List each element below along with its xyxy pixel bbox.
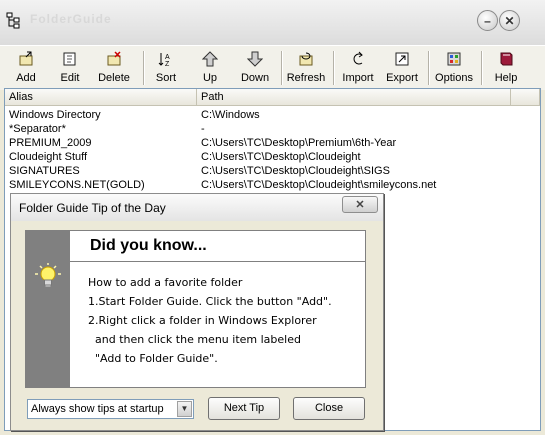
help-button[interactable]: Help — [490, 48, 522, 88]
add-label: Add — [16, 72, 36, 84]
next-tip-label: Next Tip — [223, 402, 265, 414]
tip-line: and then click the menu item labeled — [95, 333, 301, 346]
alias-cell: Windows Directory — [9, 109, 101, 121]
alias-cell: *Separator* — [9, 123, 66, 135]
minimize-button[interactable]: – — [477, 10, 498, 31]
import-icon — [353, 51, 363, 65]
toolbar-separator — [428, 51, 430, 85]
sort-button[interactable]: AZ Sort — [150, 48, 182, 88]
dialog-close-button[interactable]: ✕ — [342, 196, 378, 213]
folder-guide-window: FolderGuide – ✕ Add Edit Delete AZ Sort … — [0, 0, 545, 435]
list-item[interactable]: PREMIUM_2009 C:\Users\TC\Desktop\Premium\… — [5, 136, 540, 150]
tip-line: "Add to Folder Guide". — [95, 352, 218, 365]
refresh-button[interactable]: Refresh — [285, 48, 327, 88]
list-item[interactable]: Cloudeight Stuff C:\Users\TC\Desktop\Clou… — [5, 150, 540, 164]
sort-label: Sort — [155, 72, 177, 84]
column-header-filler — [511, 89, 540, 106]
next-tip-button[interactable]: Next Tip — [208, 397, 280, 420]
toolbar-separator — [333, 51, 335, 85]
export-label: Export — [386, 72, 418, 84]
import-button[interactable]: Import — [340, 48, 376, 88]
add-button[interactable]: Add — [9, 48, 43, 88]
alias-cell: Cloudeight Stuff — [9, 151, 88, 163]
tip-divider — [70, 261, 365, 262]
list-item[interactable]: SIGNATURES C:\Users\TC\Desktop\Cloudeight… — [5, 164, 540, 178]
alias-cell: SMILEYCONS.NET(GOLD) — [9, 179, 145, 191]
tip-heading: Did you know... — [90, 237, 207, 254]
svg-text:Z: Z — [165, 61, 170, 67]
list-item[interactable]: *Separator* - — [5, 122, 540, 136]
startup-option-value: Always show tips at startup — [31, 403, 164, 415]
close-icon: ✕ — [504, 14, 515, 28]
up-arrow-icon — [201, 51, 219, 67]
delete-icon — [107, 51, 121, 66]
add-icon — [19, 51, 33, 66]
help-label: Help — [494, 72, 518, 84]
toolbar-separator — [281, 51, 283, 85]
sort-icon: AZ — [158, 53, 170, 68]
close-label: Close — [314, 402, 344, 414]
up-button[interactable]: Up — [194, 48, 226, 88]
options-icon — [447, 52, 461, 66]
delete-button[interactable]: Delete — [95, 48, 133, 88]
edit-icon — [63, 52, 76, 66]
down-arrow-icon — [246, 51, 264, 67]
path-cell: C:\Users\TC\Desktop\Cloudeight — [201, 151, 361, 163]
alias-cell: PREMIUM_2009 — [9, 137, 92, 149]
list-item[interactable]: SMILEYCONS.NET(GOLD) C:\Users\TC\Desktop\… — [5, 178, 540, 192]
toolbar-separator — [481, 51, 483, 85]
toolbar: Add Edit Delete AZ Sort Up Down Refresh — [0, 45, 545, 90]
delete-label: Delete — [98, 72, 130, 84]
tip-panel: Did you know... How to add a favorite fo… — [25, 230, 366, 388]
title-bar[interactable]: FolderGuide – ✕ — [0, 0, 545, 45]
tip-line: 2.Right click a folder in Windows Explor… — [88, 314, 317, 327]
down-button[interactable]: Down — [236, 48, 274, 88]
startup-option-select[interactable]: Always show tips at startup ▼ — [27, 399, 194, 419]
options-label: Options — [435, 72, 473, 84]
tip-of-the-day-dialog: Folder Guide Tip of the Day ✕ Did you kn… — [10, 193, 384, 431]
path-cell: - — [201, 123, 205, 135]
import-label: Import — [342, 72, 374, 84]
lightbulb-icon — [35, 263, 61, 287]
list-item[interactable]: Windows Directory C:\Windows — [5, 108, 540, 122]
tip-text: How to add a favorite folder 1.Start Fol… — [88, 273, 332, 368]
refresh-icon — [299, 52, 313, 66]
tip-sidebar — [26, 231, 70, 387]
app-tree-icon — [6, 12, 20, 29]
refresh-label: Refresh — [286, 72, 326, 84]
options-button[interactable]: Options — [434, 48, 474, 88]
close-window-button[interactable]: ✕ — [499, 10, 520, 31]
export-button[interactable]: Export — [384, 48, 420, 88]
path-cell: C:\Users\TC\Desktop\Cloudeight\SIGS — [201, 165, 390, 177]
tip-line: 1.Start Folder Guide. Click the button "… — [88, 295, 332, 308]
path-cell: C:\Users\TC\Desktop\Premium\6th-Year — [201, 137, 397, 149]
up-label: Up — [202, 72, 218, 84]
down-label: Down — [240, 72, 270, 84]
path-cell: C:\Users\TC\Desktop\Cloudeight\smileycon… — [201, 179, 437, 191]
toolbar-separator — [143, 51, 145, 85]
dialog-title-bar[interactable]: Folder Guide Tip of the Day ✕ — [11, 194, 383, 221]
close-icon: ✕ — [355, 199, 365, 211]
tip-line: How to add a favorite folder — [88, 276, 243, 289]
column-header-alias[interactable]: Alias — [5, 89, 197, 106]
edit-label: Edit — [60, 72, 80, 84]
minimize-icon: – — [484, 14, 491, 28]
window-title: FolderGuide — [30, 12, 112, 26]
path-cell: C:\Windows — [201, 109, 260, 121]
close-button[interactable]: Close — [293, 397, 365, 420]
column-header-path[interactable]: Path — [197, 89, 511, 106]
svg-text:A: A — [165, 54, 170, 61]
chevron-down-icon[interactable]: ▼ — [177, 401, 192, 417]
help-book-icon — [500, 52, 513, 66]
dialog-title: Folder Guide Tip of the Day — [19, 201, 166, 215]
export-icon — [395, 52, 409, 66]
edit-button[interactable]: Edit — [53, 48, 87, 88]
alias-cell: SIGNATURES — [9, 165, 80, 177]
